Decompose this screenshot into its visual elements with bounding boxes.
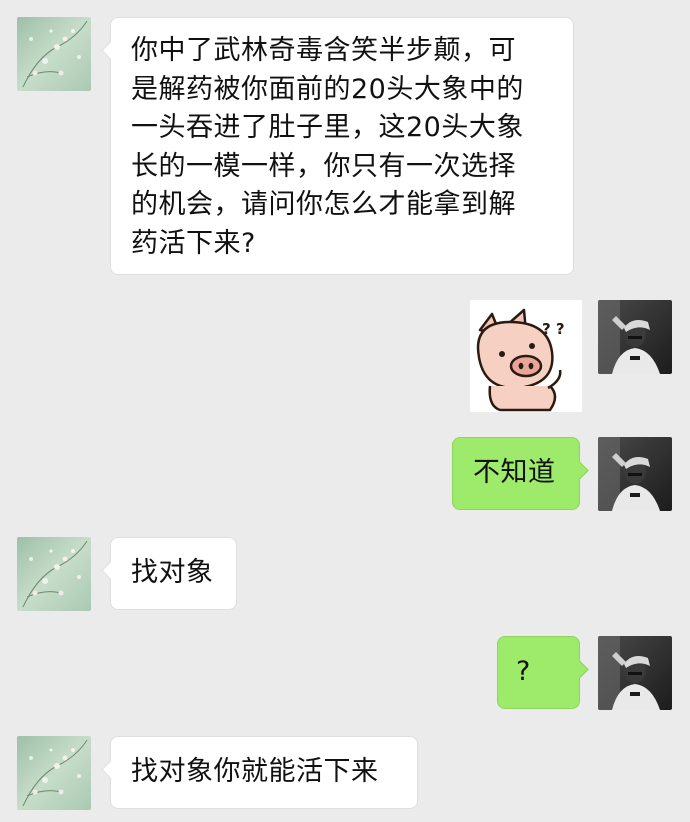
message-bubble-outgoing[interactable]: ? (497, 636, 589, 709)
self-avatar[interactable] (598, 300, 672, 374)
floral-avatar-icon (17, 537, 91, 611)
floral-avatar-icon (17, 17, 91, 91)
person-photo-avatar-icon (598, 636, 672, 710)
bubble-tail (101, 561, 120, 580)
message-text: 不知道 (473, 457, 556, 488)
self-avatar[interactable] (598, 636, 672, 710)
message-bubble-incoming[interactable]: 找对象你就能活下来 (101, 736, 418, 809)
message-text: 找对象 (131, 557, 214, 588)
floral-avatar-icon (17, 736, 91, 810)
person-photo-avatar-icon (598, 437, 672, 511)
message-bubble-incoming[interactable]: 找对象 (101, 537, 237, 610)
message-text: ? (516, 656, 531, 687)
bubble-tail (101, 41, 120, 60)
message-bubble-outgoing[interactable]: 不知道 (452, 437, 589, 510)
contact-avatar[interactable] (17, 736, 91, 810)
message-text: 找对象你就能活下来 (131, 756, 379, 787)
message-text: 你中了武林奇毒含笑半步颠，可 是解药被你面前的20头大象中的 一头吞进了肚子里，… (131, 35, 524, 259)
contact-avatar[interactable] (17, 17, 91, 91)
self-avatar[interactable] (598, 437, 672, 511)
bubble-tail (101, 760, 120, 779)
confused-pig-sticker-icon: ? ? (470, 300, 582, 412)
sticker-text: ? ? (542, 320, 565, 338)
message-bubble-incoming[interactable]: 你中了武林奇毒含笑半步颠，可 是解药被你面前的20头大象中的 一头吞进了肚子里，… (101, 17, 574, 275)
contact-avatar[interactable] (17, 537, 91, 611)
person-photo-avatar-icon (598, 300, 672, 374)
sticker-message[interactable]: ? ? (470, 300, 582, 412)
